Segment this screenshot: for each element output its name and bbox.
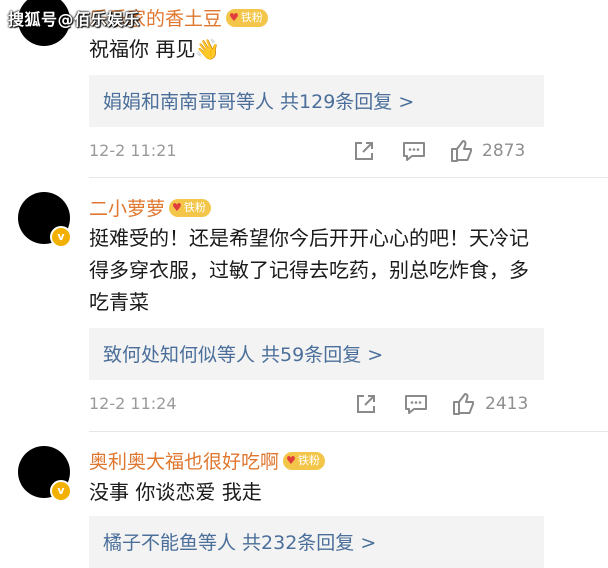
fan-badge-label: 铁粉 [240,10,263,24]
comment-icon[interactable] [401,138,427,164]
reply-summary-text: 橘子不能鱼等人 共232条回复 > [103,532,377,554]
share-icon[interactable] [351,138,377,164]
reply-summary[interactable]: 娟娟和南南哥哥等人 共129条回复 > [89,75,544,127]
comment-username[interactable]: 奥利奥大福也很好吃啊 ♥ 铁粉 [89,447,325,474]
fan-badge: ♥ 铁粉 [226,8,268,27]
comment-text: 挺难受的！还是希望你今后开开心心的吧！天冷记得多穿衣服，过敏了记得去吃药，别总吃… [89,226,529,314]
like-icon[interactable] [449,138,475,164]
heart-icon: ♥ [286,453,296,467]
comment-icon[interactable] [403,391,429,417]
username-text: 二小萝萝 [89,198,166,220]
watermark: 搜狐号@佰乐娱乐 [8,10,141,29]
reply-summary-text: 致何处知何似等人 共59条回复 > [103,344,384,366]
reply-summary[interactable]: 橘子不能鱼等人 共232条回复 > [89,516,544,568]
username-text: 奥利奥大福也很好吃啊 [89,451,280,473]
like-count: 2413 [485,394,529,414]
fan-badge: ♥ 铁粉 [169,198,211,217]
reply-summary[interactable]: 致何处知何似等人 共59条回复 > [89,328,544,380]
comment-username[interactable]: 二小萝萝 ♥ 铁粉 [89,194,211,221]
reply-summary-text: 娟娟和南南哥哥等人 共129条回复 > [103,91,415,113]
verified-badge: v [50,480,72,502]
comment-text: 祝福你 再见👋 [89,37,221,61]
divider [89,431,608,432]
comment-meta: 12-2 11:24 2413 [89,391,544,421]
fan-badge: ♥ 铁粉 [283,451,325,470]
fan-badge-label: 铁粉 [297,453,320,467]
comment-time: 12-2 11:21 [89,141,177,160]
heart-icon: ♥ [172,200,182,214]
verified-badge: v [50,226,72,248]
share-icon[interactable] [353,391,379,417]
like-icon[interactable] [451,391,477,417]
like-count: 2873 [482,141,526,161]
divider [89,177,608,178]
comment-time: 12-2 11:24 [89,394,177,413]
comment-meta: 12-2 11:21 2873 [89,138,544,168]
comment-text: 没事 你谈恋爱 我走 [89,480,262,504]
fan-badge-label: 铁粉 [183,200,206,214]
heart-icon: ♥ [229,10,239,24]
